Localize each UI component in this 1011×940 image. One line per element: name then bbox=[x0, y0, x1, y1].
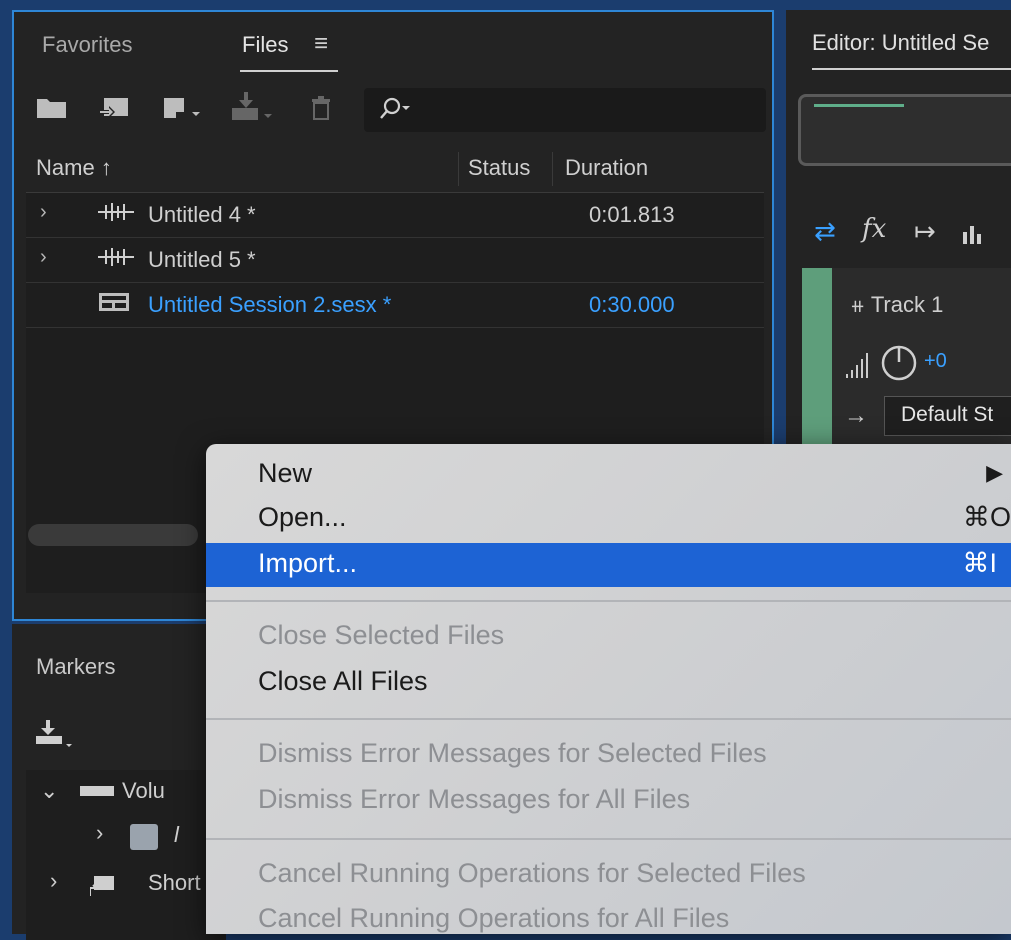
column-divider bbox=[458, 152, 459, 186]
row-divider bbox=[26, 327, 764, 328]
chevron-right-icon[interactable]: › bbox=[50, 868, 57, 894]
menu-item-import[interactable]: Import... bbox=[258, 548, 357, 579]
new-file-icon[interactable] bbox=[162, 96, 202, 128]
menu-item-close-selected-files[interactable]: Close Selected Files bbox=[258, 620, 504, 651]
submenu-arrow-icon: ▶ bbox=[986, 460, 1003, 485]
multitrack-session-icon bbox=[98, 291, 132, 319]
hamburger-menu-icon[interactable]: ≡ bbox=[314, 30, 328, 58]
drive-icon bbox=[80, 786, 114, 796]
tree-item-disk[interactable]: › l bbox=[40, 820, 226, 854]
track-name[interactable]: ⧺ Track 1 bbox=[850, 292, 943, 318]
chevron-right-icon[interactable]: › bbox=[40, 246, 47, 269]
file-duration: 0:01.813 bbox=[589, 202, 675, 227]
search-input[interactable] bbox=[364, 88, 766, 132]
menu-item-close-all-files[interactable]: Close All Files bbox=[258, 666, 428, 697]
add-marker-icon[interactable] bbox=[36, 720, 74, 755]
menu-shortcut: ⌘O bbox=[962, 502, 1011, 532]
track-name-label: Track 1 bbox=[870, 292, 944, 317]
delete-trash-icon bbox=[310, 96, 332, 126]
chevron-down-icon[interactable]: ⌄ bbox=[40, 778, 58, 804]
tab-files[interactable]: Files bbox=[242, 32, 288, 58]
tab-favorites[interactable]: Favorites bbox=[42, 32, 132, 58]
markers-title[interactable]: Markers bbox=[36, 654, 115, 680]
column-header-duration[interactable]: Duration bbox=[565, 155, 648, 181]
insert-into-multitrack-icon bbox=[230, 92, 274, 128]
sends-icon[interactable]: ↦ bbox=[914, 216, 936, 247]
open-folder-icon[interactable] bbox=[36, 96, 68, 126]
track-color-strip[interactable] bbox=[802, 268, 832, 454]
file-name: Untitled 5 * bbox=[148, 247, 256, 272]
inputs-outputs-icon[interactable]: ⇄ bbox=[814, 216, 836, 247]
tree-item-label: l bbox=[174, 822, 179, 847]
column-name-label: Name bbox=[36, 155, 95, 180]
markers-panel: Markers ⌄ Volu › l › Short bbox=[12, 624, 226, 940]
hard-disk-icon bbox=[130, 824, 158, 850]
context-menu: New ▶ Open... ⌘O Import... ⌘I Close Sele… bbox=[206, 444, 1011, 934]
output-arrow-icon: → bbox=[844, 402, 868, 429]
menu-item-dismiss-errors-selected[interactable]: Dismiss Error Messages for Selected File… bbox=[258, 738, 767, 769]
menu-separator bbox=[206, 600, 1011, 602]
tab-active-underline bbox=[812, 68, 1011, 70]
tree-item-shortcuts[interactable]: › Short bbox=[40, 868, 226, 902]
menu-item-new[interactable]: New bbox=[258, 458, 312, 489]
markers-tree: ⌄ Volu › l › Short bbox=[26, 770, 226, 940]
menu-item-dismiss-errors-all[interactable]: Dismiss Error Messages for All Files bbox=[258, 784, 690, 815]
output-select[interactable]: Default St bbox=[884, 396, 1011, 436]
sort-ascending-icon: ↑ bbox=[100, 155, 112, 180]
menu-separator bbox=[206, 718, 1011, 720]
table-row[interactable]: › Untitled 5 * bbox=[26, 238, 764, 282]
file-name: Untitled Session 2.sesx * bbox=[148, 292, 392, 317]
chevron-right-icon[interactable]: › bbox=[96, 820, 103, 846]
waveform-icon: ⧺ bbox=[850, 296, 866, 316]
eq-bars-icon[interactable] bbox=[962, 222, 984, 249]
column-header-status[interactable]: Status bbox=[468, 155, 530, 181]
horizontal-scrollbar[interactable] bbox=[28, 524, 198, 546]
menu-item-cancel-operations-all[interactable]: Cancel Running Operations for All Files bbox=[258, 903, 729, 934]
effects-fx-icon[interactable]: fx bbox=[862, 214, 886, 244]
menu-separator bbox=[206, 838, 1011, 840]
column-divider bbox=[552, 152, 553, 186]
volume-level-icon bbox=[846, 350, 874, 385]
file-name: Untitled 4 * bbox=[148, 202, 256, 227]
volume-knob-icon[interactable] bbox=[880, 344, 918, 387]
tree-item-volume[interactable]: ⌄ Volu bbox=[40, 776, 226, 810]
waveform-icon bbox=[98, 201, 134, 229]
table-row-selected[interactable]: Untitled Session 2.sesx * 0:30.000 bbox=[26, 283, 764, 327]
menu-item-open[interactable]: Open... bbox=[258, 502, 347, 533]
tree-item-label: Volu bbox=[122, 778, 165, 803]
import-file-icon[interactable] bbox=[98, 96, 130, 126]
column-header-name[interactable]: Name ↑ bbox=[36, 155, 112, 181]
waveform-icon bbox=[98, 246, 134, 274]
table-row[interactable]: › Untitled 4 * 0:01.813 bbox=[26, 193, 764, 237]
editor-tab-title[interactable]: Editor: Untitled Se bbox=[812, 30, 989, 56]
file-duration: 0:30.000 bbox=[589, 292, 675, 317]
chevron-right-icon[interactable]: › bbox=[40, 201, 47, 224]
menu-shortcut: ⌘I bbox=[962, 548, 997, 578]
search-icon[interactable] bbox=[378, 96, 412, 127]
shortcut-icon bbox=[89, 874, 116, 902]
tree-item-label: Short bbox=[148, 870, 201, 895]
volume-value[interactable]: +0 bbox=[924, 350, 947, 373]
overview-zoom-bar bbox=[814, 104, 904, 107]
tab-active-underline bbox=[240, 70, 338, 72]
menu-item-cancel-operations-selected[interactable]: Cancel Running Operations for Selected F… bbox=[258, 858, 806, 889]
